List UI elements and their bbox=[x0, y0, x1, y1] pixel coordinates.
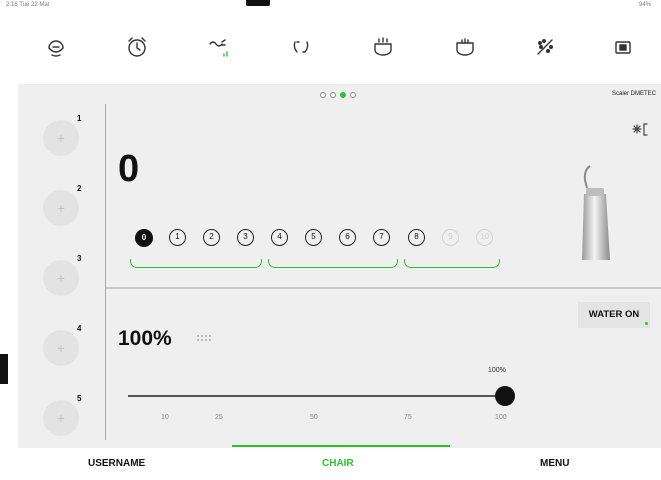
spray-toggle[interactable] bbox=[630, 120, 650, 138]
plus-icon: + bbox=[56, 340, 66, 356]
memory-slot-4[interactable]: + 4 bbox=[43, 324, 81, 366]
water-slider-handle[interactable] bbox=[495, 386, 515, 406]
water-on-label: WATER ON bbox=[588, 309, 640, 320]
nav-username[interactable]: USERNAME bbox=[88, 458, 145, 469]
memory-sidebar: + 1 + 2 + 3 + 4 + 5 bbox=[18, 84, 106, 438]
memory-slot-2[interactable]: + 2 bbox=[43, 184, 81, 226]
power-level-5[interactable]: 5 bbox=[305, 229, 322, 246]
memory-slot-1[interactable]: + 1 bbox=[43, 114, 81, 156]
memory-slot-5[interactable]: + 5 bbox=[43, 394, 81, 436]
spray-light-icon bbox=[632, 123, 648, 136]
plus-icon: + bbox=[56, 200, 66, 216]
plus-icon: + bbox=[56, 270, 66, 286]
power-level-3[interactable]: 3 bbox=[237, 229, 254, 246]
page-dot[interactable] bbox=[350, 92, 356, 98]
scaler-handpiece-illustration bbox=[582, 165, 610, 260]
water-percent: 100% bbox=[118, 327, 172, 350]
hot-water-icon bbox=[374, 37, 392, 56]
slider-tick-label: 75 bbox=[404, 414, 412, 421]
memory-slot-number: 3 bbox=[77, 254, 82, 263]
water-slider-value: 100% bbox=[488, 367, 506, 374]
power-level-1[interactable]: 1 bbox=[169, 229, 186, 246]
hot-water-button[interactable] bbox=[366, 30, 400, 64]
bracket-button[interactable] bbox=[284, 30, 318, 64]
status-bar: 2:16 Tue 22 Mar 94% bbox=[0, 0, 661, 14]
slider-tick-label: 100 bbox=[495, 414, 507, 421]
level-group-bracket bbox=[404, 259, 500, 268]
dentist-face-button[interactable] bbox=[39, 30, 73, 64]
keyboard-icon[interactable] bbox=[196, 334, 214, 344]
power-level-10: 10 bbox=[476, 229, 493, 246]
memory-slot-number: 2 bbox=[77, 184, 82, 193]
instrument-name: Scaler DMETEC bbox=[611, 91, 656, 97]
spray-settings-icon bbox=[209, 39, 228, 57]
memory-slot-number: 1 bbox=[77, 114, 82, 123]
power-level-9: 9 bbox=[442, 229, 459, 246]
top-toolbar bbox=[0, 14, 661, 80]
power-level-8[interactable]: 8 bbox=[408, 229, 425, 246]
plus-icon: + bbox=[56, 130, 66, 146]
memory-slot-3[interactable]: + 3 bbox=[43, 254, 81, 296]
power-level-0[interactable]: 0 bbox=[135, 229, 153, 247]
water-bowl-button[interactable] bbox=[448, 30, 482, 64]
power-level-2[interactable]: 2 bbox=[203, 229, 220, 246]
water-status-led bbox=[645, 322, 648, 325]
power-level-6[interactable]: 6 bbox=[339, 229, 356, 246]
power-level-4[interactable]: 4 bbox=[271, 229, 288, 246]
bracket-arc-icon bbox=[293, 41, 309, 53]
page-dot[interactable] bbox=[330, 92, 336, 98]
spray-settings-button[interactable] bbox=[202, 30, 236, 64]
slider-tick-label: 25 bbox=[215, 414, 223, 421]
timer-button[interactable] bbox=[120, 30, 154, 64]
alarm-clock-icon bbox=[128, 37, 146, 57]
slider-tick-label: 50 bbox=[310, 414, 318, 421]
dentist-face-icon bbox=[48, 40, 64, 57]
window-program-icon bbox=[615, 41, 631, 54]
level-group-bracket bbox=[268, 259, 398, 268]
slider-tick-label: 10 bbox=[161, 414, 169, 421]
page-dot[interactable] bbox=[320, 92, 326, 98]
cleaning-button[interactable] bbox=[528, 30, 562, 64]
camera-notch bbox=[246, 0, 270, 6]
sidebar-divider bbox=[105, 104, 106, 440]
section-divider bbox=[106, 287, 661, 289]
power-value: 0 bbox=[118, 148, 140, 190]
status-time: 2:16 Tue 22 Mar bbox=[6, 2, 50, 8]
side-handle[interactable] bbox=[0, 354, 8, 384]
memory-slot-number: 5 bbox=[77, 394, 82, 403]
nav-menu[interactable]: MENU bbox=[540, 458, 569, 469]
bottom-navigation: USERNAME CHAIR MENU bbox=[0, 444, 661, 480]
water-bowl-icon bbox=[456, 38, 474, 56]
power-level-7[interactable]: 7 bbox=[373, 229, 390, 246]
plus-icon: + bbox=[56, 410, 66, 426]
program-button[interactable] bbox=[606, 30, 640, 64]
level-group-bracket bbox=[130, 259, 262, 268]
page-dot-active[interactable] bbox=[340, 92, 346, 98]
memory-slot-number: 4 bbox=[77, 324, 82, 333]
page-indicator[interactable] bbox=[320, 92, 356, 98]
sprinkle-cleaning-icon bbox=[537, 38, 554, 55]
instrument-panel: + 1 + 2 + 3 + 4 + 5 Scaler DMETEC 0 0 1 … bbox=[18, 84, 661, 448]
water-on-button[interactable]: WATER ON bbox=[578, 302, 650, 328]
water-slider-track[interactable] bbox=[128, 395, 504, 397]
status-battery: 94% bbox=[638, 2, 651, 8]
nav-chair[interactable]: CHAIR bbox=[322, 458, 354, 469]
